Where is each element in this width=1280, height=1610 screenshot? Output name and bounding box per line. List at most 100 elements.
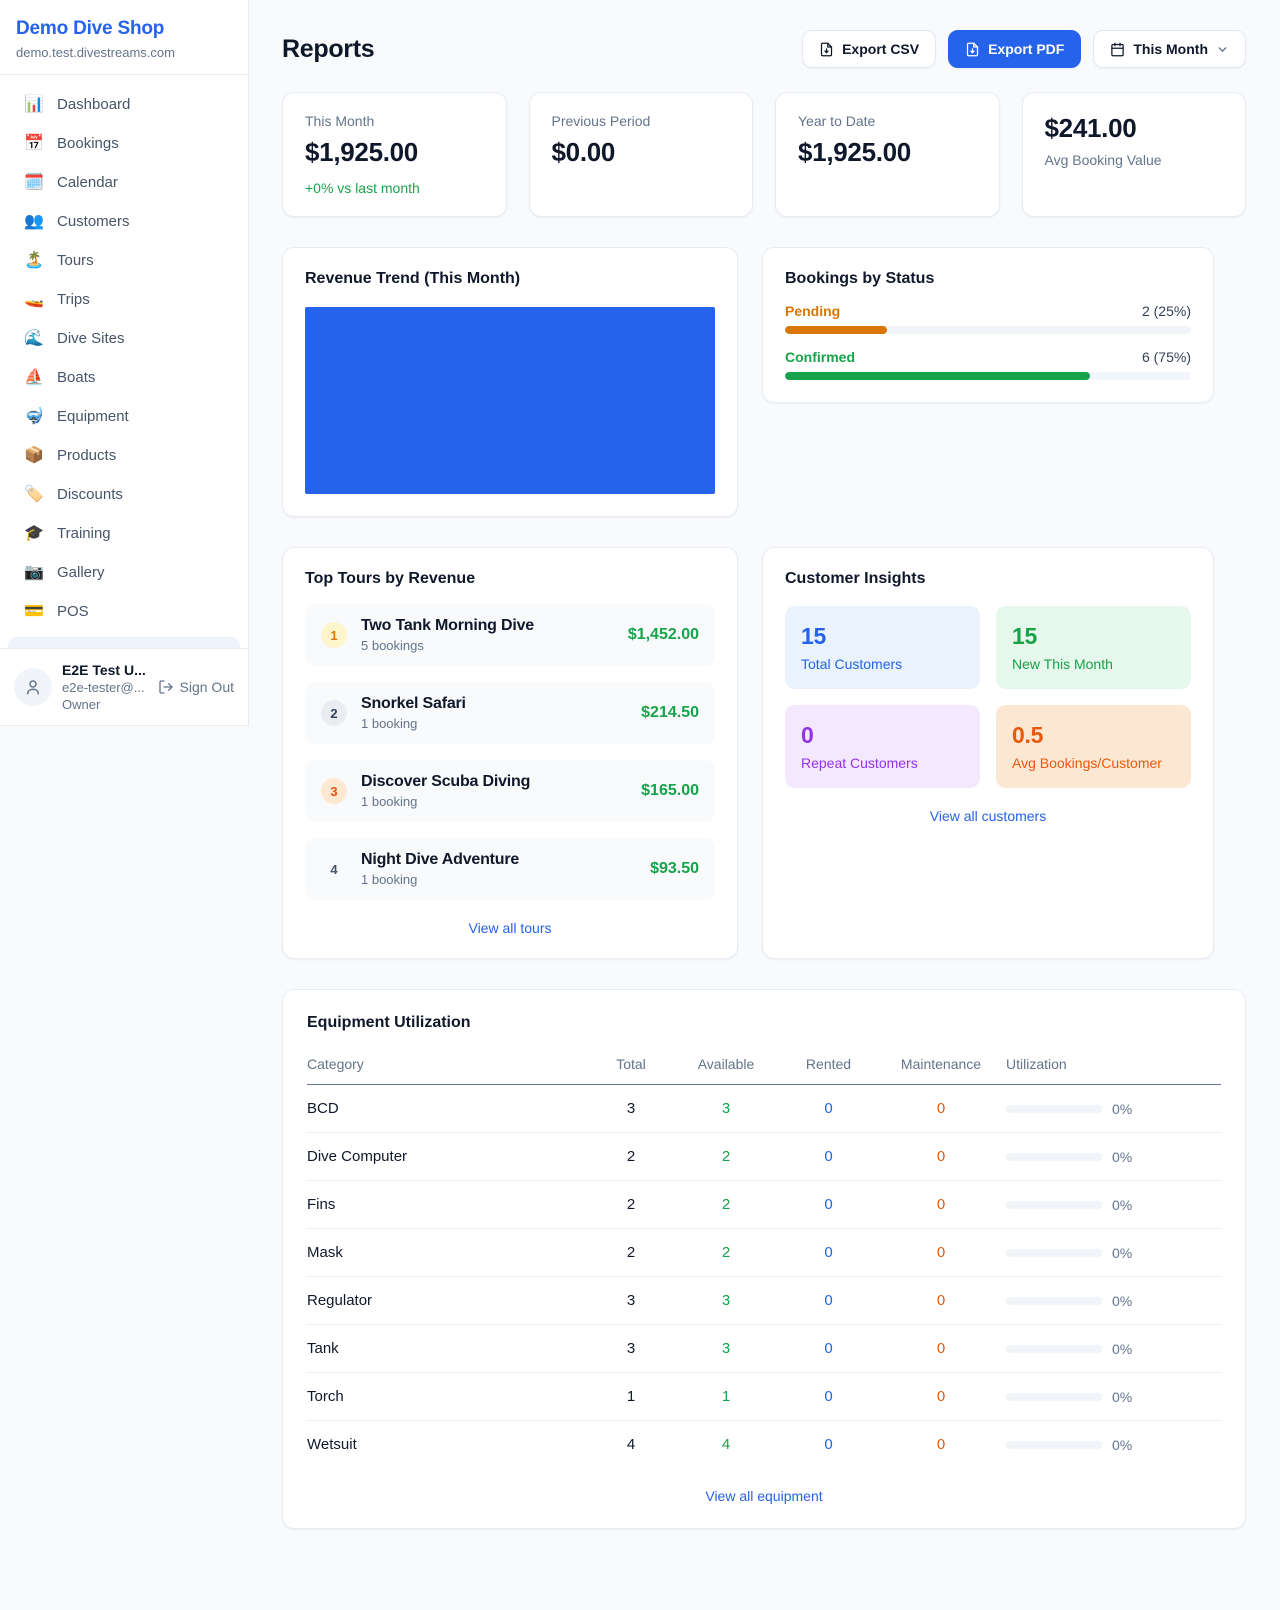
view-all-equipment-link[interactable]: View all equipment [307,1488,1221,1504]
sidebar-item-label: Dashboard [57,96,130,113]
rank-badge: 2 [321,700,347,726]
tour-bookings: 1 booking [361,872,636,887]
tours-icon: 🏝️ [24,253,44,269]
insight-label: New This Month [1012,656,1175,672]
calendar-icon: 🗓️ [24,175,44,191]
status-row: Confirmed 6 (75%) [785,349,1191,380]
charts-row: Revenue Trend (This Month) Bookings by S… [282,247,1246,517]
stat-value: $0.00 [552,137,731,168]
user-role: Owner [62,697,148,712]
insight-tiles: 15 Total Customers 15 New This Month 0 R… [785,606,1191,788]
tour-row[interactable]: 3 Discover Scuba Diving 1 booking $165.0… [305,760,715,822]
bookings-by-status-card: Bookings by Status Pending 2 (25%) Confi… [762,247,1214,403]
export-pdf-button[interactable]: Export PDF [948,30,1081,68]
chevron-down-icon [1216,43,1229,56]
calendar-icon [1110,42,1125,57]
equipment-table-header: CategoryTotalAvailableRentedMaintenanceU… [307,1050,1221,1085]
stat-card: This Month$1,925.00+0% vs last month [282,92,507,217]
sidebar-user-section: E2E Test U... e2e-tester@... Owner Sign … [0,648,248,725]
sidebar-item-equipment[interactable]: 🤿 Equipment [8,397,240,436]
view-all-customers-link[interactable]: View all customers [785,808,1191,824]
cell-rented: 0 [781,1292,876,1309]
sidebar-item-products[interactable]: 📦 Products [8,436,240,475]
sidebar-item-reports-partial[interactable] [8,637,240,648]
utilization-text: 0% [1112,1245,1132,1261]
cell-total: 4 [591,1436,671,1453]
equipment-utilization-title: Equipment Utilization [307,1014,1221,1032]
utilization-text: 0% [1112,1293,1132,1309]
sidebar-item-bookings[interactable]: 📅 Bookings [8,124,240,163]
sidebar-item-calendar[interactable]: 🗓️ Calendar [8,163,240,202]
sidebar-item-training[interactable]: 🎓 Training [8,514,240,553]
sidebar-item-boats[interactable]: ⛵ Boats [8,358,240,397]
column-header: Utilization [1006,1056,1221,1072]
sidebar-item-customers[interactable]: 👥 Customers [8,202,240,241]
cell-utilization: 0% [1006,1197,1221,1213]
cell-category: BCD [307,1100,591,1117]
status-label: Pending [785,303,840,319]
cell-total: 3 [591,1340,671,1357]
sidebar-item-gallery[interactable]: 📷 Gallery [8,553,240,592]
sidebar-item-label: Training [57,525,111,542]
revenue-trend-title: Revenue Trend (This Month) [305,270,715,288]
customers-icon: 👥 [24,214,44,230]
status-label: Confirmed [785,349,855,365]
cell-category: Dive Computer [307,1148,591,1165]
stat-delta: +0% vs last month [305,180,484,196]
gallery-icon: 📷 [24,565,44,581]
sidebar-item-dive-sites[interactable]: 🌊 Dive Sites [8,319,240,358]
stat-label: Previous Period [552,113,731,129]
insight-label: Total Customers [801,656,964,672]
file-download-icon [819,42,834,57]
revenue-trend-card: Revenue Trend (This Month) [282,247,738,517]
customer-insights-title: Customer Insights [785,570,1191,588]
cell-available: 1 [671,1388,781,1405]
sidebar-item-tours[interactable]: 🏝️ Tours [8,241,240,280]
tour-row[interactable]: 4 Night Dive Adventure 1 booking $93.50 [305,838,715,900]
cell-total: 1 [591,1388,671,1405]
sidebar-nav: 📊 Dashboard 📅 Bookings 🗓️ Calendar 👥 Cus… [0,75,248,635]
cell-category: Mask [307,1244,591,1261]
main-content: Reports Export CSV Export PDF This Month… [249,0,1280,1569]
sidebar-item-pos[interactable]: 💳 POS [8,592,240,631]
insight-label: Avg Bookings/Customer [1012,755,1175,771]
status-value: 2 (25%) [1142,303,1191,319]
insight-label: Repeat Customers [801,755,964,771]
period-dropdown[interactable]: This Month [1093,30,1246,68]
utilization-bar [1006,1441,1102,1449]
cell-maintenance: 0 [876,1388,1006,1405]
revenue-trend-chart [305,307,715,494]
utilization-text: 0% [1112,1101,1132,1117]
cell-rented: 0 [781,1436,876,1453]
trips-icon: 🚤 [24,292,44,308]
export-csv-button[interactable]: Export CSV [802,30,936,68]
cell-rented: 0 [781,1388,876,1405]
view-all-tours-link[interactable]: View all tours [305,920,715,936]
sidebar-item-label: Boats [57,369,95,386]
tour-row[interactable]: 2 Snorkel Safari 1 booking $214.50 [305,682,715,744]
insight-tile: 15 New This Month [996,606,1191,689]
column-header: Rented [781,1056,876,1072]
tour-row[interactable]: 1 Two Tank Morning Dive 5 bookings $1,45… [305,604,715,666]
tour-amount: $93.50 [650,860,699,878]
rank-badge: 3 [321,778,347,804]
cell-maintenance: 0 [876,1436,1006,1453]
utilization-bar [1006,1345,1102,1353]
stat-label: Avg Booking Value [1045,152,1224,168]
stat-card: $241.00Avg Booking Value [1022,92,1247,217]
user-meta: E2E Test U... e2e-tester@... Owner [62,662,148,712]
sidebar-item-label: Bookings [57,135,119,152]
stat-card: Year to Date$1,925.00 [775,92,1000,217]
tour-name: Discover Scuba Diving [361,773,627,791]
cell-available: 2 [671,1148,781,1165]
sidebar-item-trips[interactable]: 🚤 Trips [8,280,240,319]
sign-out-button[interactable]: Sign Out [158,679,234,695]
cell-category: Tank [307,1340,591,1357]
insight-value: 15 [801,623,964,650]
sidebar-item-dashboard[interactable]: 📊 Dashboard [8,85,240,124]
cell-utilization: 0% [1006,1341,1221,1357]
sidebar-item-discounts[interactable]: 🏷️ Discounts [8,475,240,514]
table-row: BCD 3 3 0 0 0% [307,1085,1221,1133]
sidebar-item-label: Gallery [57,564,105,581]
products-icon: 📦 [24,448,44,464]
